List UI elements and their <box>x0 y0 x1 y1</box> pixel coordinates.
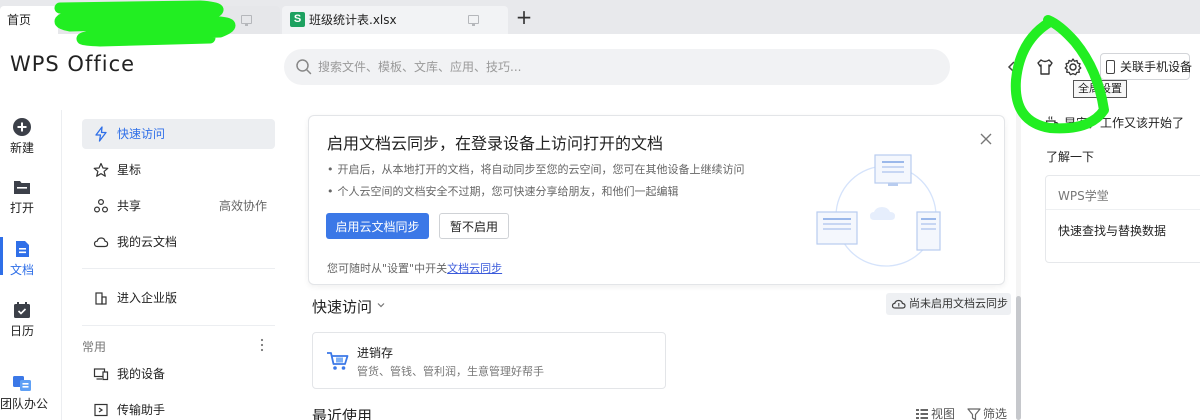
filter-button[interactable]: 筛选 <box>967 405 1011 420</box>
tab-label: 班级统计表.xlsx <box>309 13 397 27</box>
rail-label: 打开 <box>9 201 34 215</box>
greeting-text: 早安，工作又该开始了 <box>1064 116 1185 130</box>
nav-label: 共享 <box>117 199 142 213</box>
tab-bar: 首页 S 班级统计表.xlsx + <box>0 0 1200 34</box>
cloud-icon <box>93 234 109 250</box>
wps-home-window: 首页 S 班级统计表.xlsx + WPS Office 关联手机设备 全局设置 <box>0 0 1200 420</box>
nav-enterprise[interactable]: 进入企业版 <box>82 283 275 313</box>
rail-label: 文档 <box>9 263 34 277</box>
rail-label: 日历 <box>9 324 34 338</box>
cloud-sync-status-button[interactable]: 尚未启用文档云同步 <box>886 293 1011 315</box>
filter-label: 筛选 <box>983 407 1008 420</box>
quick-access-title[interactable]: 快速访问 <box>312 296 372 317</box>
settings-tooltip: 全局设置 <box>1073 80 1127 98</box>
device-icon <box>93 366 109 382</box>
folder-icon <box>12 177 32 197</box>
learn-more-link[interactable]: 了解一下 <box>1046 148 1094 165</box>
close-icon[interactable] <box>979 132 993 146</box>
team-icon <box>12 373 32 393</box>
nav-label: 进入企业版 <box>117 291 178 305</box>
recent-title: 最近使用 <box>312 407 373 420</box>
nav-label: 我的设备 <box>117 367 166 381</box>
search-input[interactable] <box>318 49 918 85</box>
sync-card-footer: 您可随时从"设置"中开关文档云同步 <box>327 260 502 276</box>
rail-open[interactable]: 打开 <box>0 177 44 217</box>
tab-spreadsheet-file[interactable]: S 班级统计表.xlsx <box>282 6 508 34</box>
rail-team-office[interactable]: 团队办公 <box>0 373 49 417</box>
main-scrollbar-thumb[interactable] <box>1016 296 1021 420</box>
share-icon <box>93 198 109 214</box>
enterprise-icon <box>93 290 109 306</box>
phone-icon <box>1106 60 1115 74</box>
wps-academy-item[interactable]: 快速查找与替换数据 <box>1058 222 1166 239</box>
view-toggle-button[interactable]: 视图 <box>915 405 959 420</box>
card-divider <box>1046 209 1200 210</box>
star-icon <box>93 162 109 178</box>
skin-shirt-icon[interactable] <box>1034 56 1056 78</box>
view-label: 视图 <box>931 407 956 420</box>
lightning-icon <box>93 126 109 142</box>
nav-separator <box>82 325 275 326</box>
nav-extra-label: 高效协作 <box>218 199 267 213</box>
filter-icon <box>967 407 981 420</box>
spreadsheet-icon: S <box>290 12 305 27</box>
nav-label: 我的云文档 <box>117 235 178 249</box>
list-view-icon <box>915 407 929 420</box>
cloud-sync-card: 启用文档云同步，在登录设备上访问打开的文档 开启后，从本地打开的文档，将自动同步… <box>308 115 1005 285</box>
sync-footer-text: 您可随时从"设置"中开关 <box>327 262 448 275</box>
quick-access-card-subtitle: 管货、管钱、管利润，生意管理好帮手 <box>357 365 544 378</box>
not-now-button[interactable]: 暂不启用 <box>439 213 509 239</box>
tab-redacted[interactable] <box>58 6 280 34</box>
circle-scribble <box>1010 15 1109 134</box>
quick-access-card-inventory[interactable]: 进销存 管货、管钱、管利润，生意管理好帮手 <box>312 332 666 389</box>
tab-home[interactable]: 首页 <box>0 6 58 34</box>
document-icon <box>12 239 32 259</box>
nav-section-common: 常用 <box>82 340 107 354</box>
nav-my-devices[interactable]: 我的设备 <box>82 359 275 389</box>
sync-card-description: 个人云空间的文档安全不过期，您可快速分享给朋友，和他们一起编辑 <box>327 183 679 199</box>
cloud-sync-icon <box>891 297 907 311</box>
nav-starred[interactable]: 星标 <box>82 155 275 185</box>
wps-academy-title: WPS学堂 <box>1058 189 1109 203</box>
search-icon <box>295 58 313 76</box>
link-phone-label: 关联手机设备 <box>1120 60 1193 74</box>
rail-label: 新建 <box>9 141 34 155</box>
rail-documents[interactable]: 文档 <box>0 239 44 279</box>
window-pin-icon[interactable] <box>241 15 252 26</box>
link-phone-button[interactable]: 关联手机设备 <box>1100 53 1193 80</box>
quick-access-card-title: 进销存 <box>357 346 394 360</box>
enable-cloud-sync-button[interactable]: 启用云文档同步 <box>326 213 429 239</box>
cart-icon <box>325 349 351 373</box>
cloud-sync-status-label: 尚未启用文档云同步 <box>909 297 1008 310</box>
cloud-sync-settings-link[interactable]: 文档云同步 <box>447 262 502 275</box>
cloud-sync-illustration <box>816 154 941 267</box>
nav-shared[interactable]: 共享 高效协作 <box>82 191 275 221</box>
nav-transfer-helper[interactable]: 传输助手 <box>82 395 275 420</box>
chevron-left-icon[interactable] <box>1004 57 1020 77</box>
nav-label: 快速访问 <box>117 127 166 141</box>
rail-calendar[interactable]: 日历 <box>0 300 44 340</box>
sync-card-description: 开启后，从本地打开的文档，将自动同步至您的云空间，您可在其他设备上继续访问 <box>327 161 745 177</box>
rail-new[interactable]: 新建 <box>0 117 44 157</box>
plus-circle-icon <box>12 117 32 137</box>
nav-divider <box>61 110 62 420</box>
wps-logo: WPS Office <box>10 52 136 76</box>
nav-label: 星标 <box>117 163 142 177</box>
chevron-down-icon[interactable] <box>376 299 386 309</box>
calendar-icon <box>12 300 32 320</box>
nav-label: 传输助手 <box>117 403 166 417</box>
nav-quick-access[interactable]: 快速访问 <box>82 119 275 149</box>
nav-cloud-docs[interactable]: 我的云文档 <box>82 227 275 257</box>
gear-icon[interactable] <box>1062 56 1084 78</box>
sync-card-title: 启用文档云同步，在登录设备上访问打开的文档 <box>327 134 664 153</box>
new-tab-button[interactable]: + <box>514 6 534 30</box>
more-vertical-icon[interactable] <box>258 335 266 355</box>
coffee-cup-icon <box>1044 115 1060 131</box>
window-pin-icon[interactable] <box>468 15 479 26</box>
transfer-icon <box>93 402 109 418</box>
rail-label: 团队办公 <box>0 397 49 411</box>
nav-separator <box>82 268 275 269</box>
search-bar[interactable] <box>284 49 950 85</box>
wps-academy-card: WPS学堂 快速查找与替换数据 <box>1045 175 1200 263</box>
